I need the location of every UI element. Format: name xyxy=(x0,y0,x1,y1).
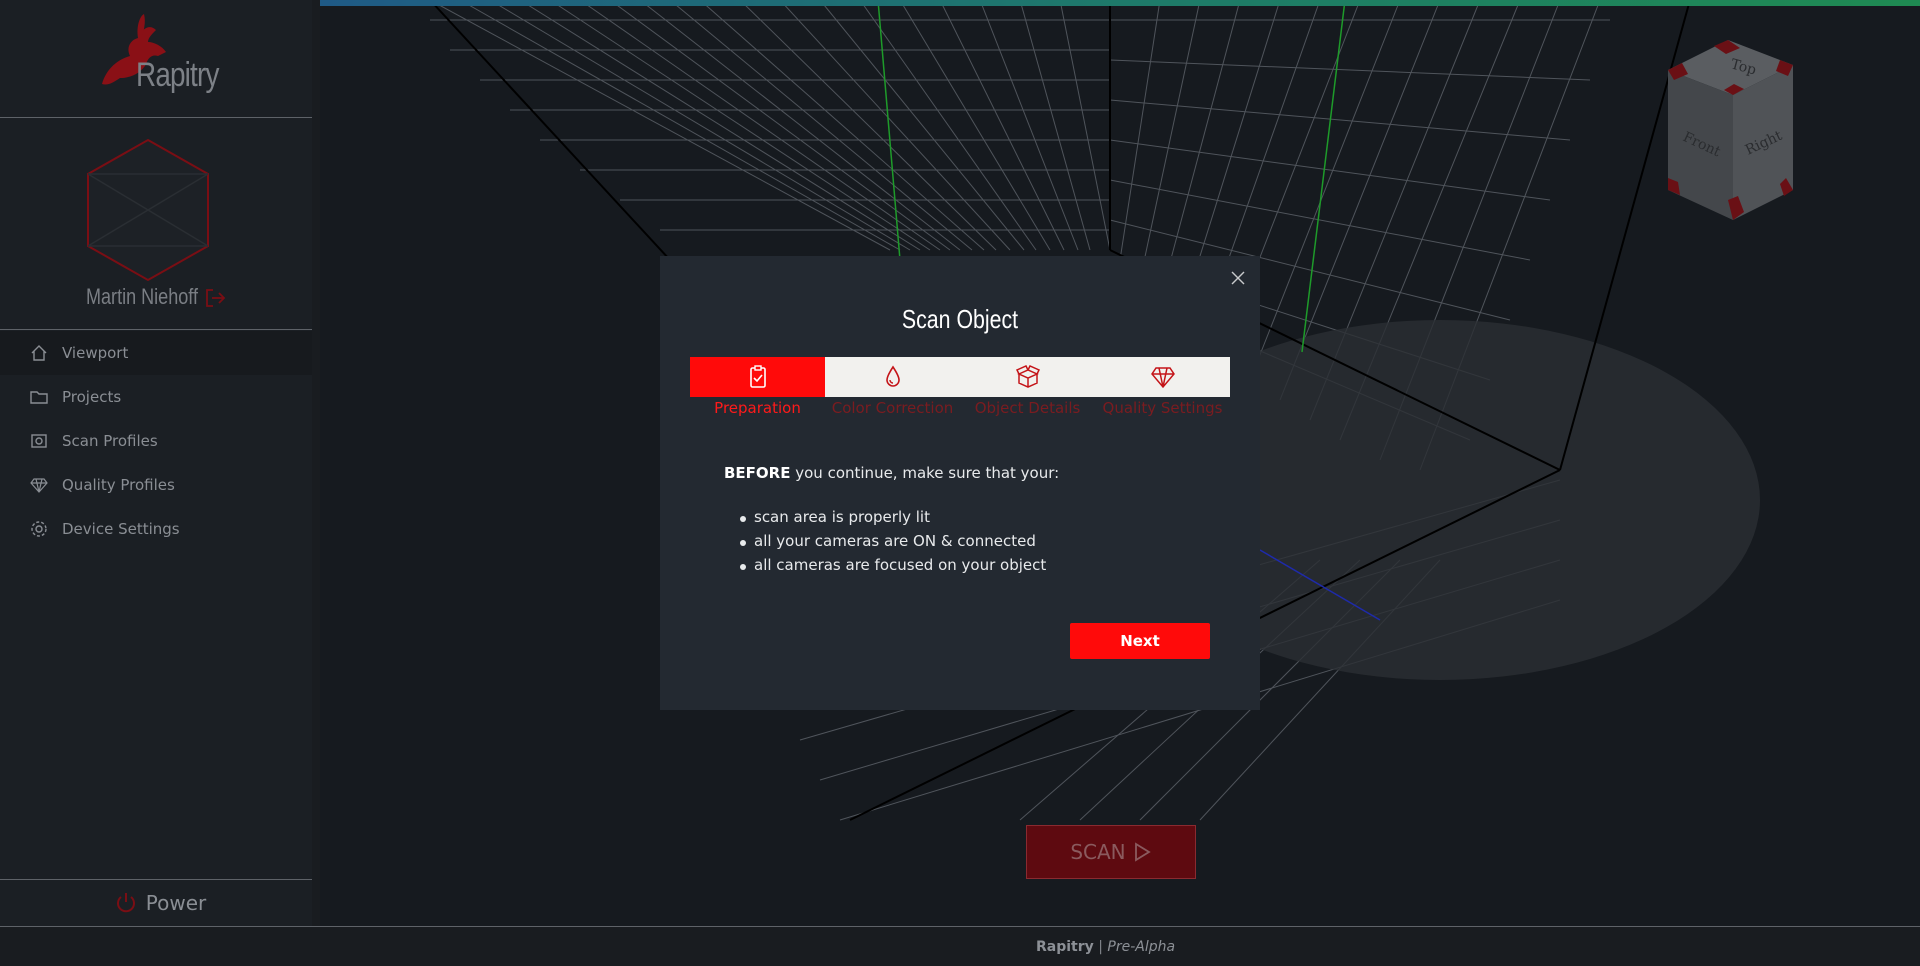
diamond-icon xyxy=(1150,367,1175,389)
sidebar-item-quality-profiles[interactable]: Quality Profiles xyxy=(0,463,320,507)
folder-icon xyxy=(30,391,48,404)
footer: Rapitry | Pre-Alpha xyxy=(0,926,1920,966)
close-icon[interactable] xyxy=(1230,270,1246,286)
avatar xyxy=(87,138,209,282)
footer-stage: Pre-Alpha xyxy=(1107,939,1176,955)
scan-button[interactable]: SCAN xyxy=(1026,825,1196,879)
viewport-top-bar xyxy=(320,0,1920,6)
footer-separator: | xyxy=(1098,939,1103,955)
step-tab-preparation[interactable] xyxy=(690,357,825,397)
sidebar-item-scan-profiles[interactable]: Scan Profiles xyxy=(0,419,320,463)
intro-bold: BEFORE xyxy=(724,464,791,482)
list-item: all your cameras are ON & connected xyxy=(740,532,1046,556)
power-button[interactable]: Power xyxy=(0,880,320,926)
sidebar-item-viewport[interactable]: Viewport xyxy=(0,331,320,375)
sidebar-item-label: Viewport xyxy=(62,344,129,362)
play-icon xyxy=(1134,842,1151,862)
gear-icon xyxy=(31,521,47,537)
power-label: Power xyxy=(145,891,207,915)
app-root: Top Front Right SCAN Rapitry Martin Nieh… xyxy=(0,0,1920,966)
sidebar: Rapitry Martin Niehoff Viewport Projects… xyxy=(0,0,320,926)
step-tab-quality-settings[interactable] xyxy=(1095,357,1230,397)
step-label-preparation[interactable]: Preparation xyxy=(690,399,825,417)
box-icon xyxy=(1015,365,1040,388)
sidebar-item-label: Quality Profiles xyxy=(62,476,175,494)
step-tab-object-details[interactable] xyxy=(960,357,1095,397)
navigation-cube[interactable]: Top Front Right xyxy=(1648,40,1808,230)
footer-text: Rapitry | Pre-Alpha xyxy=(1036,939,1175,955)
sidebar-item-label: Projects xyxy=(62,388,122,406)
user-name: Martin Niehoff xyxy=(86,284,198,309)
sidebar-nav: Viewport Projects Scan Profiles Quality … xyxy=(0,331,320,551)
clipboard-check-icon xyxy=(749,365,766,388)
camera-icon xyxy=(31,434,47,448)
diamond-icon xyxy=(30,478,48,493)
list-item: scan area is properly lit xyxy=(740,508,1046,532)
footer-brand: Rapitry xyxy=(1036,939,1094,955)
sidebar-item-projects[interactable]: Projects xyxy=(0,375,320,419)
sidebar-item-device-settings[interactable]: Device Settings xyxy=(0,507,320,551)
scan-button-label: SCAN xyxy=(1070,840,1126,864)
step-label-quality-settings[interactable]: Quality Settings xyxy=(1095,399,1230,417)
preparation-checklist: scan area is properly lit all your camer… xyxy=(740,508,1046,580)
sidebar-item-label: Device Settings xyxy=(62,520,180,538)
intro-text: you continue, make sure that your: xyxy=(790,464,1060,482)
droplet-icon xyxy=(885,365,900,387)
modal-intro: BEFORE you continue, make sure that your… xyxy=(724,464,1059,482)
step-label-color-correction[interactable]: Color Correction xyxy=(825,399,960,417)
home-icon xyxy=(31,345,47,361)
modal-title: Scan Object xyxy=(901,304,1019,334)
sidebar-divider xyxy=(0,329,320,330)
list-item: all cameras are focused on your object xyxy=(740,556,1046,580)
scan-object-modal: Scan Object Preparation Color Correction… xyxy=(660,256,1260,710)
step-labels: Preparation Color Correction Object Deta… xyxy=(690,399,1230,417)
step-tabs xyxy=(690,357,1230,397)
app-name: Rapitry xyxy=(136,56,219,94)
next-button[interactable]: Next xyxy=(1070,623,1210,659)
step-tab-color-correction[interactable] xyxy=(825,357,960,397)
sidebar-edge xyxy=(312,0,320,926)
logout-icon[interactable] xyxy=(204,288,226,308)
power-icon xyxy=(116,893,135,913)
step-label-object-details[interactable]: Object Details xyxy=(960,399,1095,417)
sidebar-item-label: Scan Profiles xyxy=(62,432,158,450)
sidebar-divider xyxy=(0,117,320,118)
